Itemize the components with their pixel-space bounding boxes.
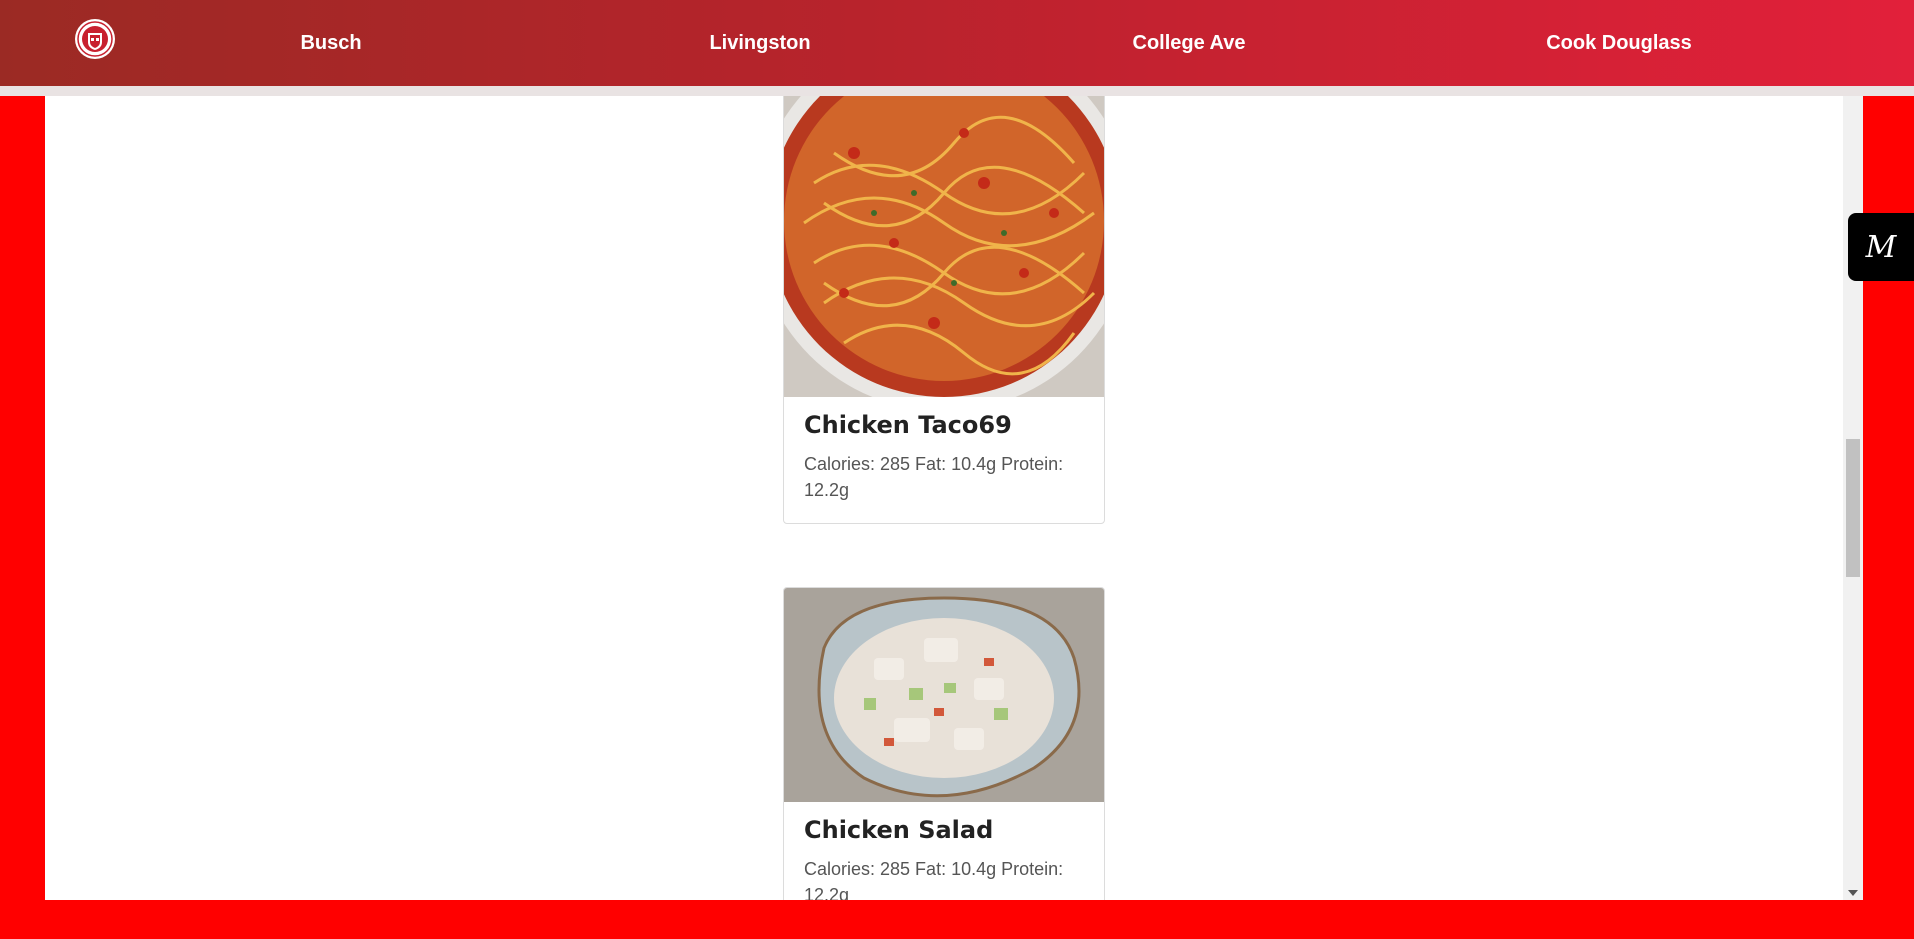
food-card[interactable]: Chicken Salad Calories: 285 Fat: 10.4g P… — [783, 587, 1105, 900]
scroll-down-arrow-icon[interactable] — [1848, 890, 1858, 896]
nav-busch[interactable]: Busch — [300, 0, 361, 86]
side-tab-label: M — [1865, 229, 1897, 265]
content-panel: Chicken Taco69 Calories: 285 Fat: 10.4g … — [45, 96, 1863, 900]
nav-cook-douglass[interactable]: Cook Douglass — [1546, 0, 1692, 86]
logo-icon[interactable] — [75, 19, 115, 59]
signature-m-icon[interactable]: M — [1848, 213, 1914, 281]
scrollbar-thumb[interactable] — [1846, 439, 1860, 577]
card-title: Chicken Taco69 — [804, 411, 1012, 439]
header-divider — [0, 86, 1914, 96]
card-title: Chicken Salad — [804, 816, 994, 844]
spaghetti-photo — [784, 96, 1104, 397]
food-card[interactable]: Chicken Taco69 Calories: 285 Fat: 10.4g … — [783, 96, 1105, 524]
nav-college-ave[interactable]: College Ave — [1133, 0, 1246, 86]
nav-livingston[interactable]: Livingston — [709, 0, 810, 86]
chicken-salad-photo — [784, 588, 1104, 802]
card-nutrition: Calories: 285 Fat: 10.4g Protein: 12.2g — [804, 454, 1064, 500]
card-nutrition: Calories: 285 Fat: 10.4g Protein: 12.2g — [804, 859, 1064, 900]
top-nav-bar: Busch Livingston College Ave Cook Dougla… — [0, 0, 1914, 96]
